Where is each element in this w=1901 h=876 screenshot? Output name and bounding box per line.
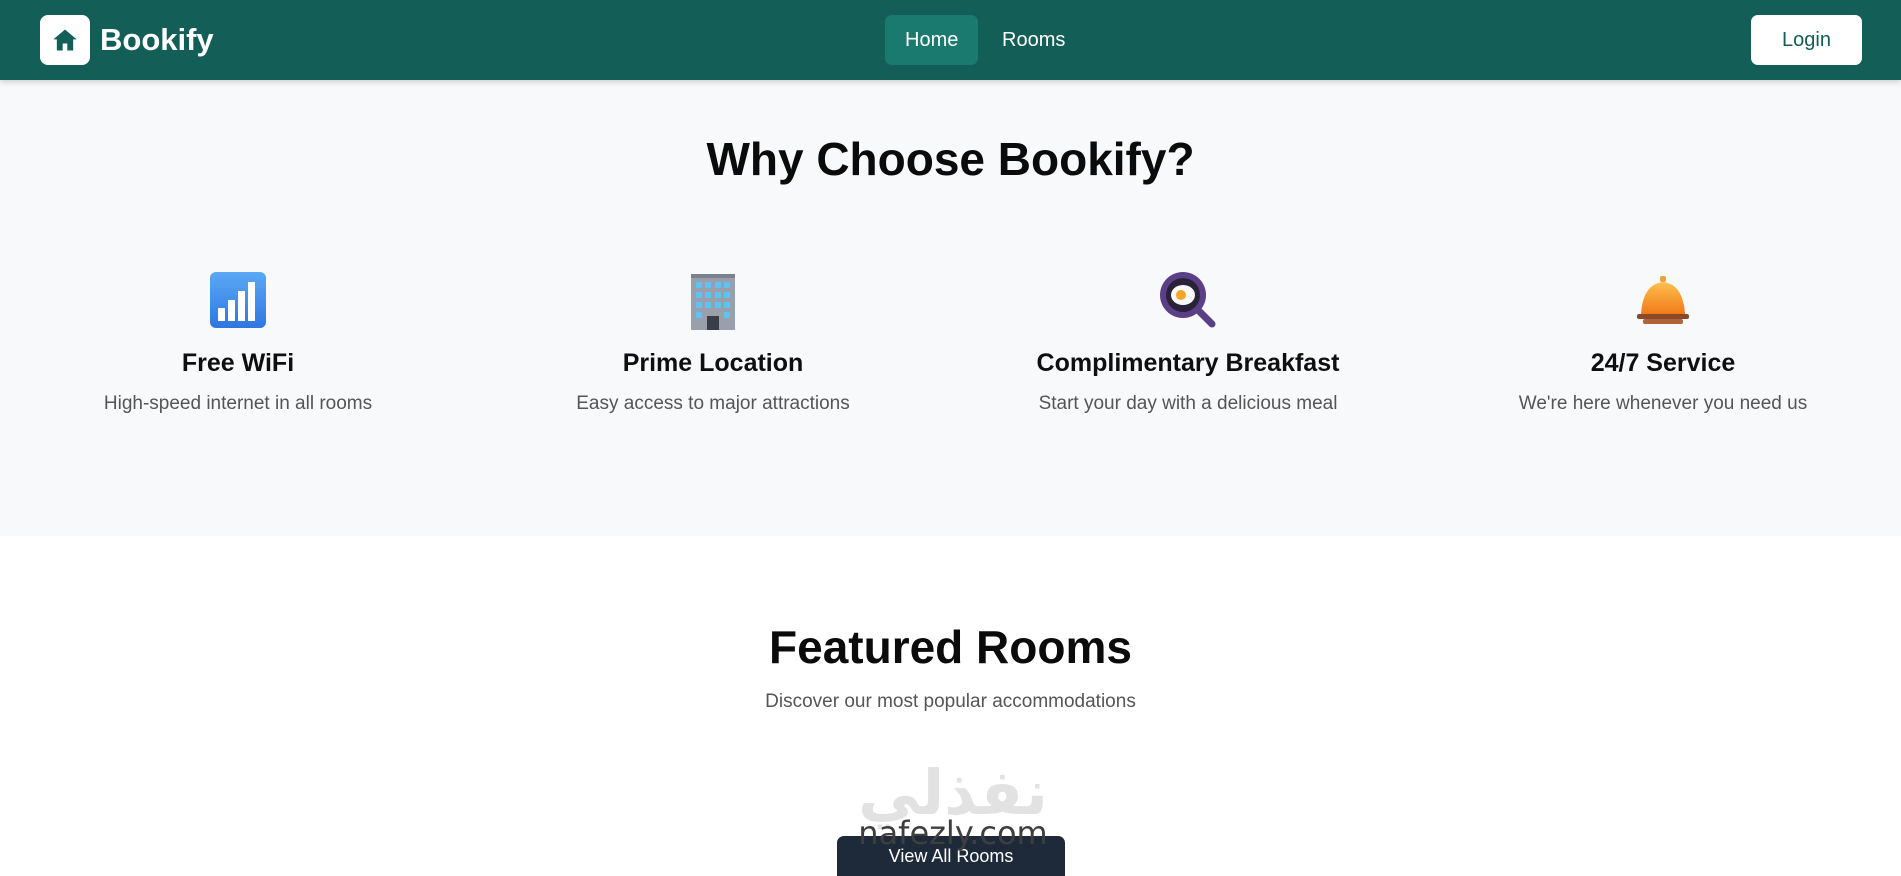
feature-title: Complimentary Breakfast [1036,349,1340,377]
feature-title: 24/7 Service [1590,349,1736,377]
featured-rooms-section: Featured Rooms Discover our most popular… [0,536,1901,876]
section-title: Featured Rooms [769,621,1132,673]
section-title: Why Choose Bookify? [706,133,1195,185]
home-icon [40,15,90,65]
feature-card: Complimentary Breakfast Start your day w… [988,270,1388,416]
signal-bars-icon [210,272,266,328]
nav-link-home[interactable]: Home [885,15,979,65]
feature-title: Prime Location [622,349,804,377]
feature-desc: Easy access to major attractions [576,393,850,414]
login-button[interactable]: Login [1751,15,1862,65]
top-navbar: Bookify Home Rooms Login [0,0,1901,80]
brand-name: Bookify [100,22,214,57]
feature-title: Free WiFi [181,349,295,377]
feature-desc: High-speed internet in all rooms [103,393,373,414]
feature-card: 24/7 Service We're here whenever you nee… [1463,270,1863,416]
feature-card: Prime Location Easy access to major attr… [513,270,913,416]
nav-link-rooms[interactable]: Rooms [982,15,1085,65]
brand[interactable]: Bookify [40,15,214,65]
feature-desc: We're here whenever you need us [1518,393,1808,414]
watermark: نفذلي nafezly.com [838,758,1068,853]
frying-pan-egg-icon [1160,272,1216,328]
feature-desc: Start your day with a delicious meal [1038,393,1338,414]
feature-card: Free WiFi High-speed internet in all roo… [38,270,438,416]
bellhop-bell-icon [1637,276,1689,324]
watermark-latin: nafezly.com [858,814,1048,852]
office-building-icon [691,274,735,330]
why-choose-section: Why Choose Bookify? Free WiFi High-speed… [0,80,1901,536]
section-subtitle: Discover our most popular accommodations [765,691,1136,712]
